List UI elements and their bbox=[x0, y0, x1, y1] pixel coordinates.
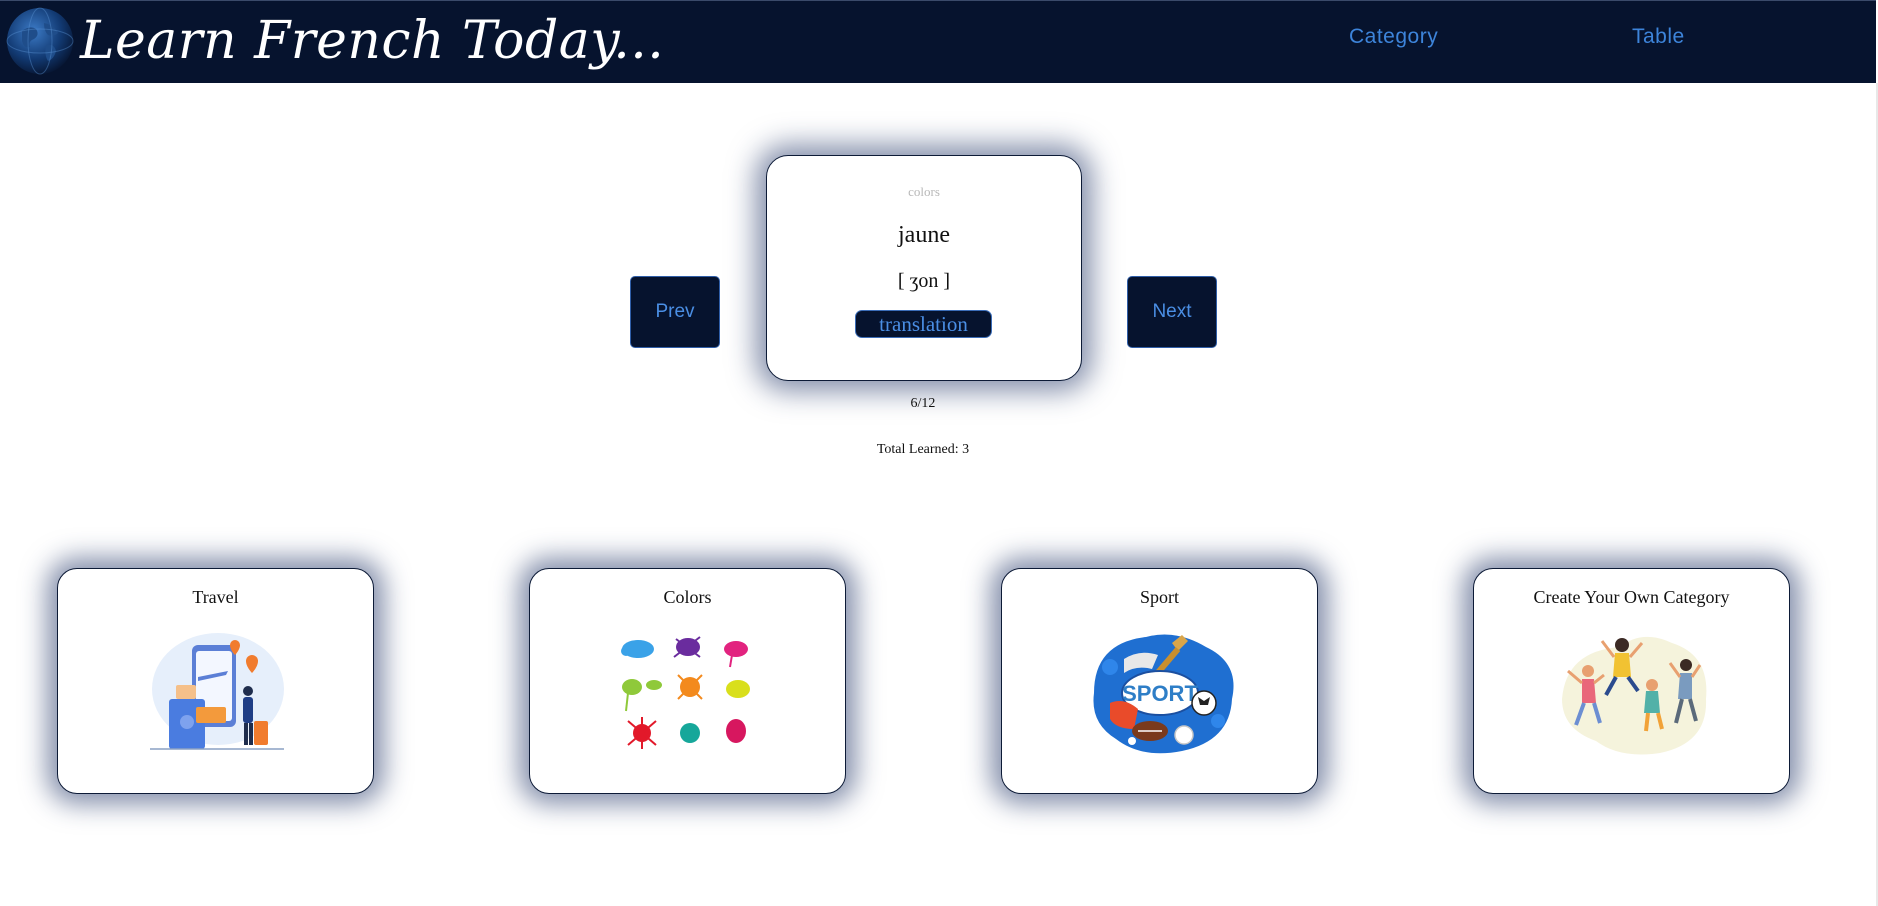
prev-button[interactable]: Prev bbox=[630, 276, 720, 348]
translation-button[interactable]: translation bbox=[855, 310, 992, 338]
category-title: Colors bbox=[663, 587, 712, 607]
travel-illustration-icon bbox=[150, 633, 284, 750]
flashcard: colors jaune [ ʒon ] translation bbox=[766, 155, 1082, 381]
brand-title[interactable]: Learn French Today... bbox=[80, 3, 664, 79]
paint-splatter-icon bbox=[621, 636, 750, 749]
total-learned: Total Learned: 3 bbox=[876, 442, 970, 457]
jumping-people-icon bbox=[1562, 636, 1707, 755]
category-card-travel[interactable]: Travel bbox=[57, 568, 374, 794]
flashcard-pronunciation: [ ʒon ] bbox=[897, 270, 951, 292]
category-title: Create Your Own Category bbox=[1533, 587, 1730, 607]
flashcard-category: colors bbox=[908, 184, 940, 199]
category-title: Travel bbox=[192, 587, 239, 607]
card-progress: 6/12 bbox=[910, 396, 936, 411]
nav-category-link[interactable]: Category bbox=[1349, 25, 1438, 49]
next-button[interactable]: Next bbox=[1127, 276, 1217, 348]
category-card-sport[interactable]: Sport SPORT bbox=[1001, 568, 1318, 794]
category-card-colors[interactable]: Colors bbox=[529, 568, 846, 794]
sport-equipment-icon: SPORT bbox=[1093, 634, 1234, 754]
category-card-create-own[interactable]: Create Your Own Category bbox=[1473, 568, 1790, 794]
category-title: Sport bbox=[1139, 587, 1179, 607]
top-navbar: Learn French Today... Category Table bbox=[0, 0, 1876, 83]
svg-text:SPORT: SPORT bbox=[1122, 681, 1198, 706]
nav-table-link[interactable]: Table bbox=[1632, 25, 1685, 49]
flashcard-word: jaune bbox=[898, 222, 950, 248]
globe-logo-icon[interactable] bbox=[4, 5, 76, 77]
